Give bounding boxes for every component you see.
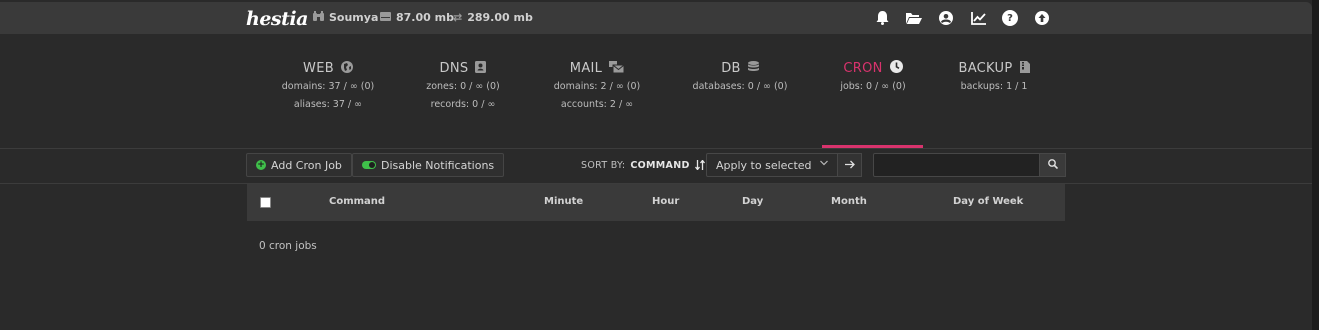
stat-mail-label: MAIL	[569, 60, 603, 76]
help-icon[interactable]: ?	[1002, 10, 1018, 26]
disk-usage: 87.00 mb	[380, 11, 454, 24]
stat-mail[interactable]: MAIL domains: 2 / ∞ (0) accounts: 2 / ∞	[532, 58, 662, 114]
stat-web-aliases: aliases: 37 / ∞	[293, 99, 363, 110]
add-cron-job-button[interactable]: + Add Cron Job	[246, 153, 352, 177]
stats-panel: WEB domains: 37 / ∞ (0) aliases: 37 / ∞ …	[0, 58, 1319, 150]
stat-dns[interactable]: DNS zones: 0 / ∞ (0) records: 0 / ∞	[398, 58, 528, 114]
mail-bulk-icon	[609, 60, 625, 76]
stat-dns-label: DNS	[439, 60, 469, 76]
toolbar: + Add Cron Job Disable Notifications SOR…	[0, 149, 1312, 183]
user-info[interactable]: Soumya	[313, 11, 378, 24]
stat-cron[interactable]: CRON jobs: 0 / ∞ (0)	[808, 58, 938, 96]
stat-backup-label: BACKUP	[958, 60, 1013, 76]
add-cron-job-label: Add Cron Job	[271, 158, 342, 172]
column-day: Day	[742, 196, 764, 207]
user-circle-icon[interactable]	[938, 10, 954, 26]
toggle-on-icon	[362, 161, 376, 169]
hard-drive-icon	[380, 11, 391, 24]
search-input[interactable]	[873, 153, 1040, 177]
stat-web[interactable]: WEB domains: 37 / ∞ (0) aliases: 37 / ∞	[263, 58, 393, 114]
top-bar: hestia Soumya 87.00 mb ⇄ 289.00 mb ?	[0, 2, 1312, 34]
stat-cron-label: CRON	[843, 60, 883, 76]
sort-by-label: SORT BY:	[581, 160, 626, 171]
window-edge	[1312, 0, 1319, 330]
stat-mail-accounts: accounts: 2 / ∞	[560, 99, 634, 110]
empty-state-text: 0 cron jobs	[259, 240, 317, 252]
file-zipper-icon	[1019, 60, 1030, 76]
table-header: Command Minute Hour Day Month Day of Wee…	[247, 184, 1065, 221]
stat-backup-count: backups: 1 / 1	[960, 81, 1028, 92]
stat-web-label: WEB	[303, 60, 334, 76]
globe-icon	[340, 60, 353, 76]
bandwidth-usage: ⇄ 289.00 mb	[453, 11, 533, 24]
arrows-exchange-icon: ⇄	[453, 11, 463, 24]
sort-arrows-icon	[694, 159, 705, 173]
stat-cron-jobs: jobs: 0 / ∞ (0)	[840, 81, 906, 92]
sort-by-control[interactable]: SORT BY: COMMAND	[581, 159, 705, 173]
top-icon-bar: ?	[874, 10, 1050, 26]
column-day-of-week: Day of Week	[953, 196, 1024, 207]
plus-circle-icon: +	[256, 160, 266, 170]
search-button[interactable]	[1039, 153, 1066, 177]
clock-icon	[889, 60, 903, 76]
chevron-down-icon	[820, 159, 828, 169]
apply-button[interactable]	[837, 153, 862, 177]
stat-db-databases: databases: 0 / ∞ (0)	[692, 81, 788, 92]
stat-dns-zones: zones: 0 / ∞ (0)	[426, 81, 500, 92]
hestia-logo[interactable]: hestia	[246, 6, 308, 32]
column-command: Command	[329, 196, 386, 207]
stat-mail-domains: domains: 2 / ∞ (0)	[553, 81, 641, 92]
search-icon	[1047, 158, 1058, 172]
column-month: Month	[831, 196, 867, 207]
stat-dns-records: records: 0 / ∞	[430, 99, 496, 110]
arrow-up-circle-icon[interactable]	[1034, 10, 1050, 26]
address-book-icon	[475, 60, 487, 76]
arrow-right-icon	[844, 158, 855, 172]
bulk-action-value: Apply to selected	[716, 158, 812, 172]
stat-backup[interactable]: BACKUP backups: 1 / 1	[929, 58, 1059, 96]
chart-line-icon[interactable]	[970, 10, 986, 26]
bulk-action-select[interactable]: Apply to selected	[706, 153, 838, 177]
stat-web-domains: domains: 37 / ∞ (0)	[281, 81, 375, 92]
stat-db-label: DB	[721, 60, 741, 76]
select-all-checkbox[interactable]	[260, 197, 271, 208]
stat-db[interactable]: DB databases: 0 / ∞ (0)	[675, 58, 805, 96]
disable-notifications-label: Disable Notifications	[381, 158, 495, 172]
username: Soumya	[329, 11, 379, 24]
disk-value: 87.00 mb	[396, 11, 454, 24]
binoculars-icon	[313, 11, 324, 24]
bell-icon[interactable]	[874, 10, 890, 26]
disable-notifications-button[interactable]: Disable Notifications	[352, 153, 505, 177]
database-icon	[747, 60, 759, 76]
bandwidth-value: 289.00 mb	[467, 11, 533, 24]
column-minute: Minute	[544, 196, 584, 207]
folder-open-icon[interactable]	[906, 10, 922, 26]
column-hour: Hour	[652, 196, 680, 207]
sort-field: COMMAND	[630, 160, 690, 171]
